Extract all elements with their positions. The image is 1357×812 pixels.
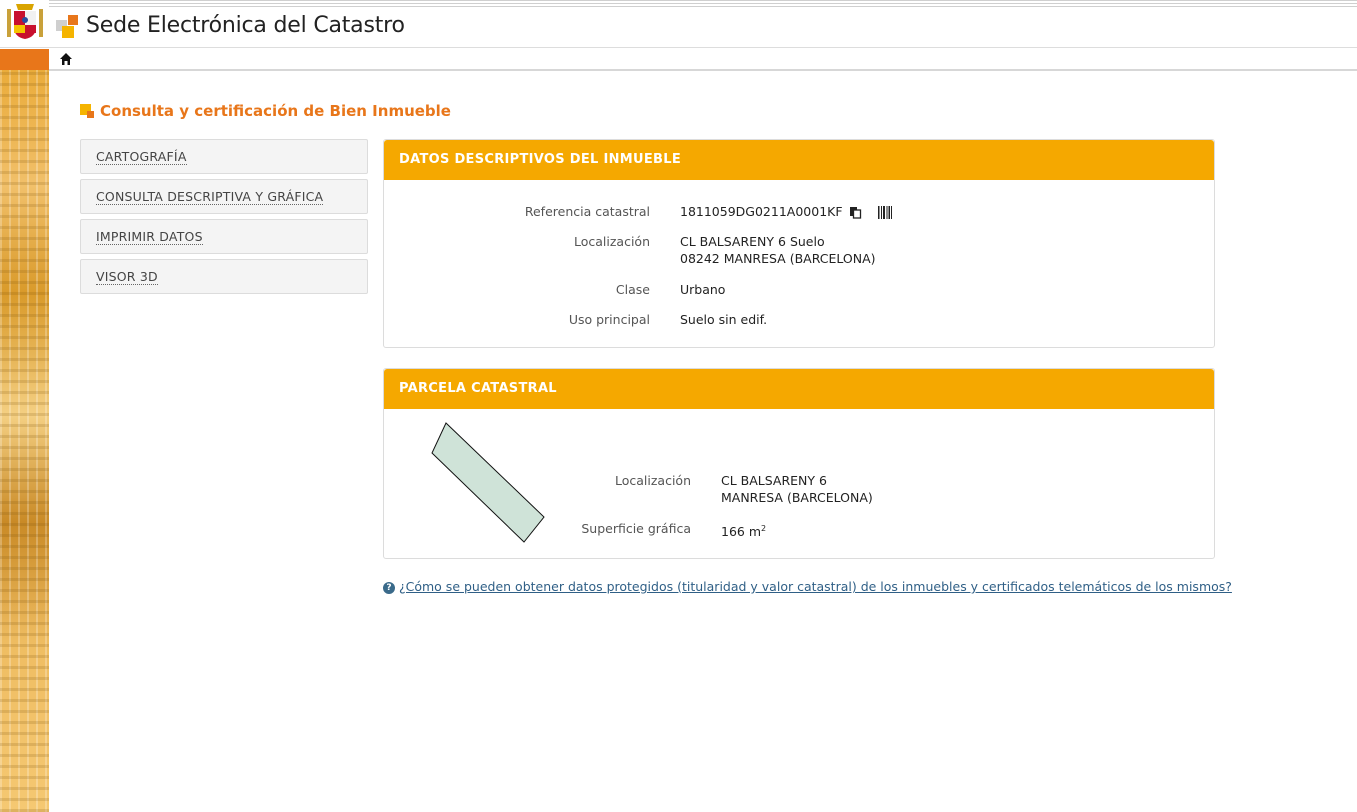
localizacion-line2: 08242 MANRESA (BARCELONA) bbox=[680, 251, 876, 266]
referencia-value-wrap: 1811059DG0211A0001KF bbox=[680, 203, 892, 220]
clase-value: Urbano bbox=[680, 282, 726, 297]
breadcrumb bbox=[49, 49, 1357, 71]
decorative-side-accent bbox=[0, 49, 49, 70]
barcode-icon[interactable] bbox=[877, 206, 892, 219]
decorative-side-photo bbox=[0, 49, 49, 812]
coat-of-arms-icon bbox=[7, 4, 43, 39]
help-link-text[interactable]: ¿Cómo se pueden obtener datos protegidos… bbox=[399, 579, 1232, 594]
home-icon[interactable] bbox=[59, 52, 73, 66]
localizacion-line1: CL BALSARENY 6 Suelo bbox=[680, 234, 825, 249]
question-icon: ? bbox=[383, 582, 395, 594]
catastro-logo-icon bbox=[56, 15, 80, 39]
menu-item-consulta-descriptiva[interactable]: CONSULTA DESCRIPTIVA Y GRÁFICA bbox=[80, 179, 368, 214]
menu-item-visor-3d[interactable]: VISOR 3D bbox=[80, 259, 368, 294]
menu-item-imprimir-datos[interactable]: IMPRIMIR DATOS bbox=[80, 219, 368, 254]
site-header: Sede Electrónica del Catastro bbox=[0, 0, 1357, 48]
panel-heading: PARCELA CATASTRAL bbox=[384, 369, 1214, 409]
parcela-localizacion-line1: CL BALSARENY 6 bbox=[721, 473, 827, 488]
parcel-shape-image[interactable] bbox=[430, 420, 550, 545]
datos-descriptivos-panel: DATOS DESCRIPTIVOS DEL INMUEBLE Referenc… bbox=[383, 139, 1215, 348]
clase-label: Clase bbox=[615, 282, 650, 297]
referencia-value: 1811059DG0211A0001KF bbox=[680, 204, 843, 219]
title-square-icon bbox=[80, 104, 94, 118]
copy-icon[interactable] bbox=[849, 206, 862, 219]
header-decorative-lines bbox=[49, 0, 1357, 9]
parcela-localizacion-line2: MANRESA (BARCELONA) bbox=[721, 490, 873, 505]
referencia-label: Referencia catastral bbox=[524, 204, 650, 219]
localizacion-value: CL BALSARENY 6 Suelo 08242 MANRESA (BARC… bbox=[680, 233, 876, 267]
uso-value: Suelo sin edif. bbox=[680, 312, 768, 327]
menu-item-label[interactable]: IMPRIMIR DATOS bbox=[96, 229, 203, 245]
superficie-number: 166 m bbox=[721, 524, 762, 540]
menu-item-label[interactable]: CARTOGRAFÍA bbox=[96, 149, 187, 165]
page-title: Consulta y certificación de Bien Inmuebl… bbox=[100, 102, 451, 120]
menu-item-label[interactable]: CONSULTA DESCRIPTIVA Y GRÁFICA bbox=[96, 189, 324, 205]
superficie-exponent: 2 bbox=[761, 524, 767, 533]
superficie-value: 166 m2 bbox=[721, 520, 766, 540]
site-title[interactable]: Sede Electrónica del Catastro bbox=[86, 13, 405, 38]
side-menu: CARTOGRAFÍA CONSULTA DESCRIPTIVA Y GRÁFI… bbox=[80, 139, 368, 299]
panel-heading: DATOS DESCRIPTIVOS DEL INMUEBLE bbox=[384, 140, 1214, 180]
help-link[interactable]: ? ¿Cómo se pueden obtener datos protegido… bbox=[383, 579, 1232, 594]
menu-item-cartografia[interactable]: CARTOGRAFÍA bbox=[80, 139, 368, 174]
menu-item-label[interactable]: VISOR 3D bbox=[96, 269, 158, 285]
uso-label: Uso principal bbox=[568, 312, 650, 327]
localizacion-label: Localización bbox=[573, 234, 650, 249]
parcela-localizacion-value: CL BALSARENY 6 MANRESA (BARCELONA) bbox=[721, 472, 873, 506]
